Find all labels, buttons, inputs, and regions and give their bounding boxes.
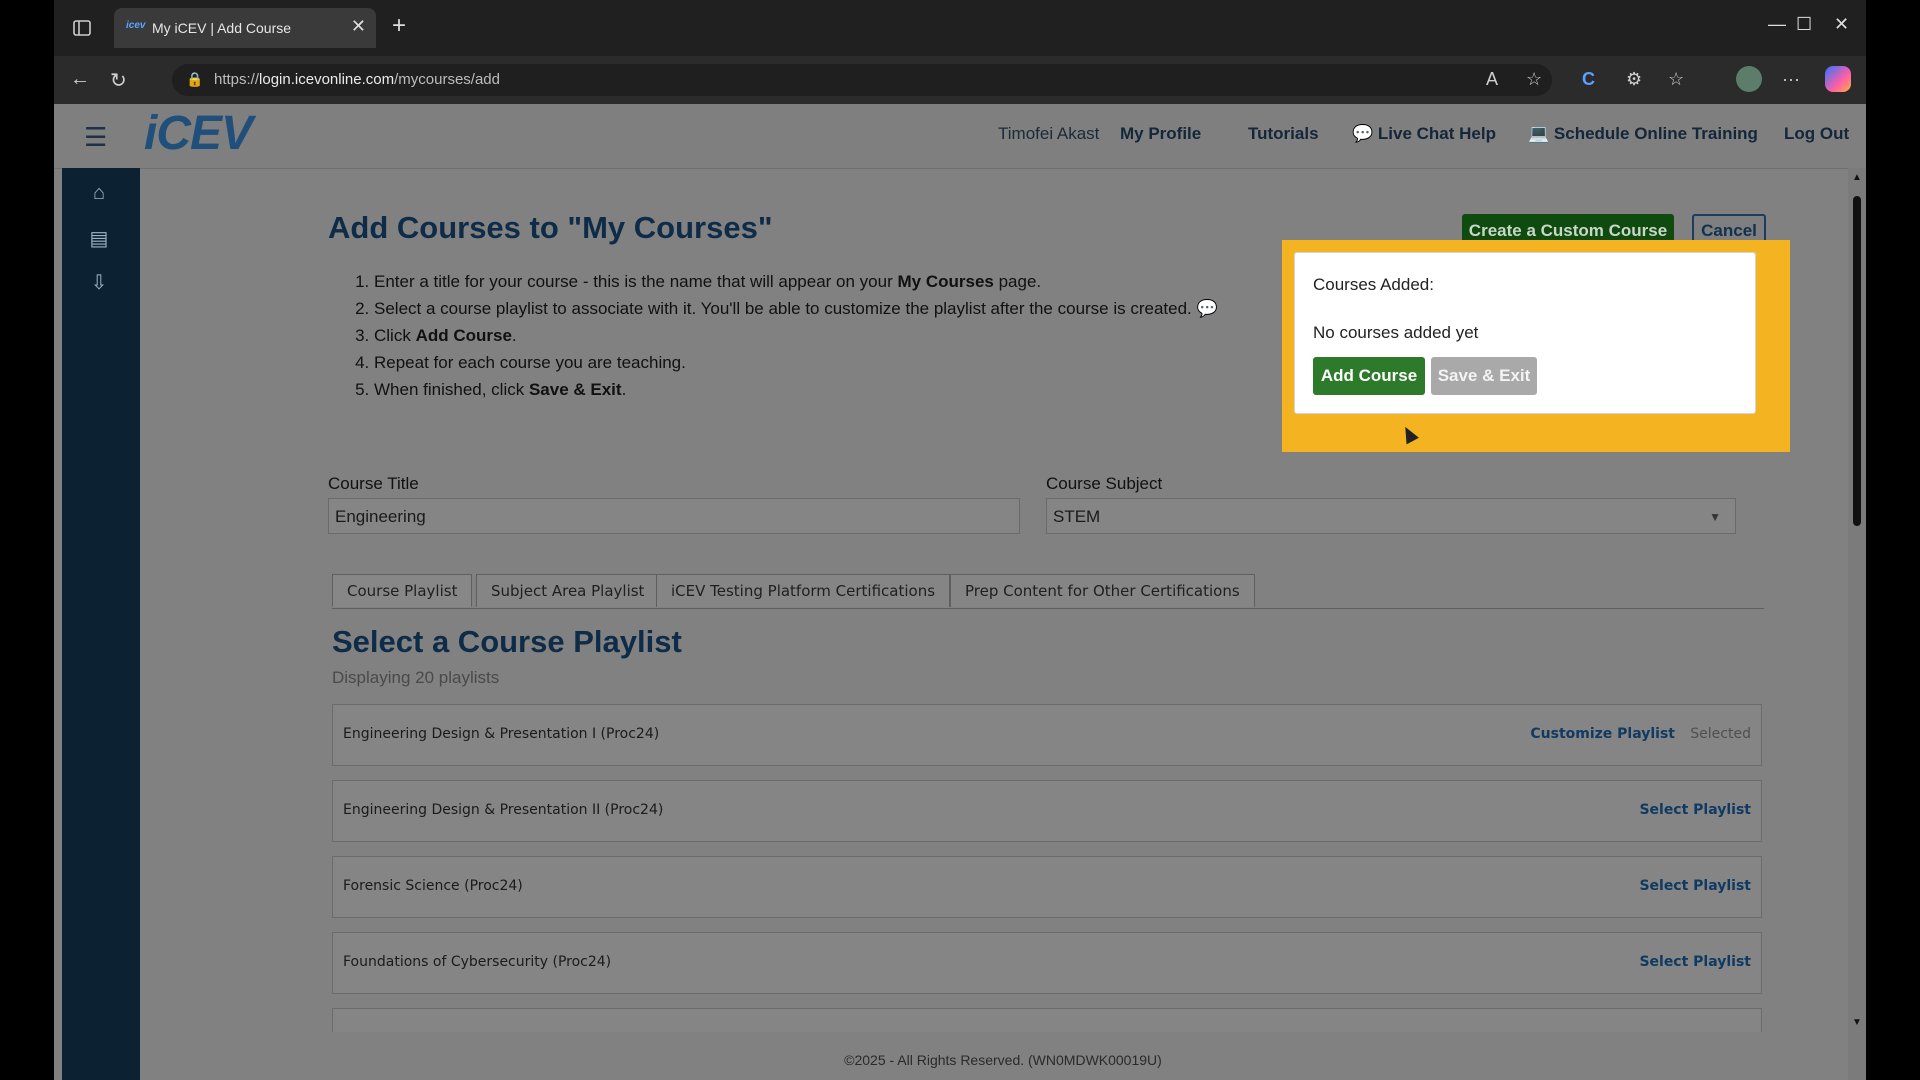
nav-my-profile[interactable]: My Profile bbox=[1120, 124, 1201, 144]
close-tab-icon[interactable]: ✕ bbox=[351, 16, 366, 37]
nav-schedule-training[interactable]: 💻 Schedule Online Training bbox=[1528, 124, 1758, 144]
save-exit-button[interactable]: Save & Exit bbox=[1431, 357, 1537, 395]
nav-schedule-label: Schedule Online Training bbox=[1553, 124, 1758, 143]
tab-course-playlist[interactable]: Course Playlist bbox=[332, 574, 473, 607]
extensions-icon[interactable]: ⚙ bbox=[1626, 69, 1642, 90]
select-playlist-link[interactable]: Select Playlist bbox=[1639, 878, 1751, 894]
url-field[interactable]: 🔒 https://login.icevonline.com/mycourses… bbox=[172, 64, 1552, 96]
page-scrollbar[interactable]: ▲ ▼ bbox=[1848, 168, 1866, 1080]
step-4: Repeat for each course you are teaching. bbox=[374, 349, 1218, 376]
chevron-down-icon: ▼ bbox=[1709, 510, 1721, 524]
playlist-row: Engineering Design & Presentation I (Pro… bbox=[332, 704, 1762, 766]
scroll-thumb[interactable] bbox=[1853, 196, 1861, 526]
url-text: https://login.icevonline.com/mycourses/a… bbox=[214, 71, 500, 88]
comment-icon[interactable]: 💬 bbox=[1197, 299, 1218, 318]
scroll-down-icon[interactable]: ▼ bbox=[1852, 1017, 1862, 1028]
step-3: Click Add Course. bbox=[374, 322, 1218, 349]
extension-c-icon[interactable]: C bbox=[1582, 69, 1595, 90]
tab-actions-icon[interactable] bbox=[72, 18, 92, 38]
browser-window: icev My iCEV | Add Course ✕ + — ☐ ✕ ← ↻ … bbox=[54, 0, 1866, 1080]
nav-log-out[interactable]: Log Out bbox=[1784, 124, 1849, 144]
copilot-icon[interactable] bbox=[1825, 66, 1851, 92]
minimize-icon[interactable]: — bbox=[1768, 14, 1786, 35]
nav-live-chat[interactable]: 💬 Live Chat Help bbox=[1352, 124, 1496, 144]
footer-copyright: ©2025 - All Rights Reserved. (WN0MDWK000… bbox=[844, 1052, 1162, 1068]
playlist-name: Forensic Science (Proc24) bbox=[343, 878, 523, 894]
step-5: When finished, click Save & Exit. bbox=[374, 376, 1218, 403]
playlist-tabs: Course Playlist Subject Area Playlist iC… bbox=[332, 574, 1764, 609]
lock-icon[interactable]: 🔒 bbox=[186, 71, 203, 88]
courses-empty-message: No courses added yet bbox=[1313, 323, 1479, 342]
menu-icon[interactable]: ☰ bbox=[84, 122, 107, 153]
tab-testing-certifications[interactable]: iCEV Testing Platform Certifications bbox=[656, 574, 951, 607]
playlist-name: Engineering Design & Presentation II (Pr… bbox=[343, 802, 664, 818]
playlist-name: Foundations of Cybersecurity (Proc24) bbox=[343, 954, 612, 970]
tab-subject-area-playlist[interactable]: Subject Area Playlist bbox=[476, 574, 660, 607]
favorites-list-icon[interactable]: ☆ bbox=[1668, 69, 1684, 90]
step-2: Select a course playlist to associate wi… bbox=[374, 295, 1218, 322]
back-icon[interactable]: ← bbox=[70, 68, 90, 91]
section-title: Select a Course Playlist bbox=[332, 624, 682, 659]
playlist-row: Foundations of Cybersecurity (Proc24) Se… bbox=[332, 932, 1762, 994]
add-course-button[interactable]: Add Course bbox=[1313, 357, 1425, 395]
playlist-row: Forensic Science (Proc24) Select Playlis… bbox=[332, 856, 1762, 918]
course-title-input[interactable]: Engineering bbox=[328, 498, 1020, 534]
refresh-icon[interactable]: ↻ bbox=[110, 68, 127, 93]
page-title: Add Courses to "My Courses" bbox=[328, 210, 773, 245]
nav-live-chat-label: Live Chat Help bbox=[1377, 124, 1496, 143]
home-icon[interactable]: ⌂ bbox=[86, 182, 112, 206]
tab-prep-content[interactable]: Prep Content for Other Certifications bbox=[950, 574, 1255, 607]
nav-tutorials[interactable]: Tutorials bbox=[1248, 124, 1319, 144]
new-tab-icon[interactable]: + bbox=[392, 12, 406, 40]
course-title-label: Course Title bbox=[328, 474, 419, 493]
selected-status: Selected bbox=[1690, 726, 1751, 742]
course-subject-select[interactable]: STEM ▼ bbox=[1046, 498, 1736, 534]
site-header: ☰ iCEV Timofei Akast My Profile Tutorial… bbox=[54, 104, 1866, 169]
playlist-count: Displaying 20 playlists bbox=[332, 668, 500, 687]
course-subject-value: STEM bbox=[1053, 507, 1101, 526]
close-window-icon[interactable]: ✕ bbox=[1834, 14, 1849, 35]
user-name: Timofei Akast bbox=[998, 124, 1100, 143]
instructions-list: Enter a title for your course - this is … bbox=[350, 268, 1218, 403]
courses-added-title: Courses Added: bbox=[1313, 275, 1434, 294]
favicon-icon: icev bbox=[126, 20, 146, 31]
browser-tab[interactable]: icev My iCEV | Add Course ✕ bbox=[114, 8, 376, 48]
more-icon[interactable]: ··· bbox=[1782, 69, 1800, 90]
tab-title: My iCEV | Add Course bbox=[152, 20, 292, 36]
tab-bar: icev My iCEV | Add Course ✕ + — ☐ ✕ bbox=[54, 0, 1866, 56]
scroll-up-icon[interactable]: ▲ bbox=[1852, 172, 1862, 183]
favorite-star-icon[interactable]: ☆ bbox=[1526, 69, 1542, 90]
select-playlist-link[interactable]: Select Playlist bbox=[1639, 802, 1751, 818]
step-1: Enter a title for your course - this is … bbox=[374, 268, 1218, 295]
customize-playlist-link[interactable]: Customize Playlist bbox=[1530, 726, 1675, 742]
laptop-icon: 💻 bbox=[1528, 124, 1550, 143]
select-playlist-link[interactable]: Select Playlist bbox=[1639, 954, 1751, 970]
playlist-row: Engineering Design & Presentation II (Pr… bbox=[332, 780, 1762, 842]
playlist-row-partial bbox=[332, 1008, 1762, 1032]
course-subject-label: Course Subject bbox=[1046, 474, 1163, 493]
address-bar-row: ← ↻ 🔒 https://login.icevonline.com/mycou… bbox=[54, 56, 1866, 104]
download-icon[interactable]: ⇩ bbox=[86, 270, 112, 294]
icev-logo[interactable]: iCEV bbox=[144, 106, 253, 161]
profile-avatar[interactable] bbox=[1736, 66, 1762, 92]
courses-added-panel: Courses Added: No courses added yet Add … bbox=[1294, 252, 1756, 414]
highlight-frame: Courses Added: No courses added yet Add … bbox=[1282, 240, 1790, 452]
reports-icon[interactable]: ▤ bbox=[86, 226, 112, 250]
chat-icon: 💬 bbox=[1352, 124, 1374, 143]
maximize-icon[interactable]: ☐ bbox=[1796, 14, 1812, 35]
playlist-name: Engineering Design & Presentation I (Pro… bbox=[343, 726, 660, 742]
left-sidebar: ⌂ ▤ ⇩ bbox=[62, 168, 140, 1080]
read-aloud-icon[interactable]: A bbox=[1486, 69, 1498, 90]
